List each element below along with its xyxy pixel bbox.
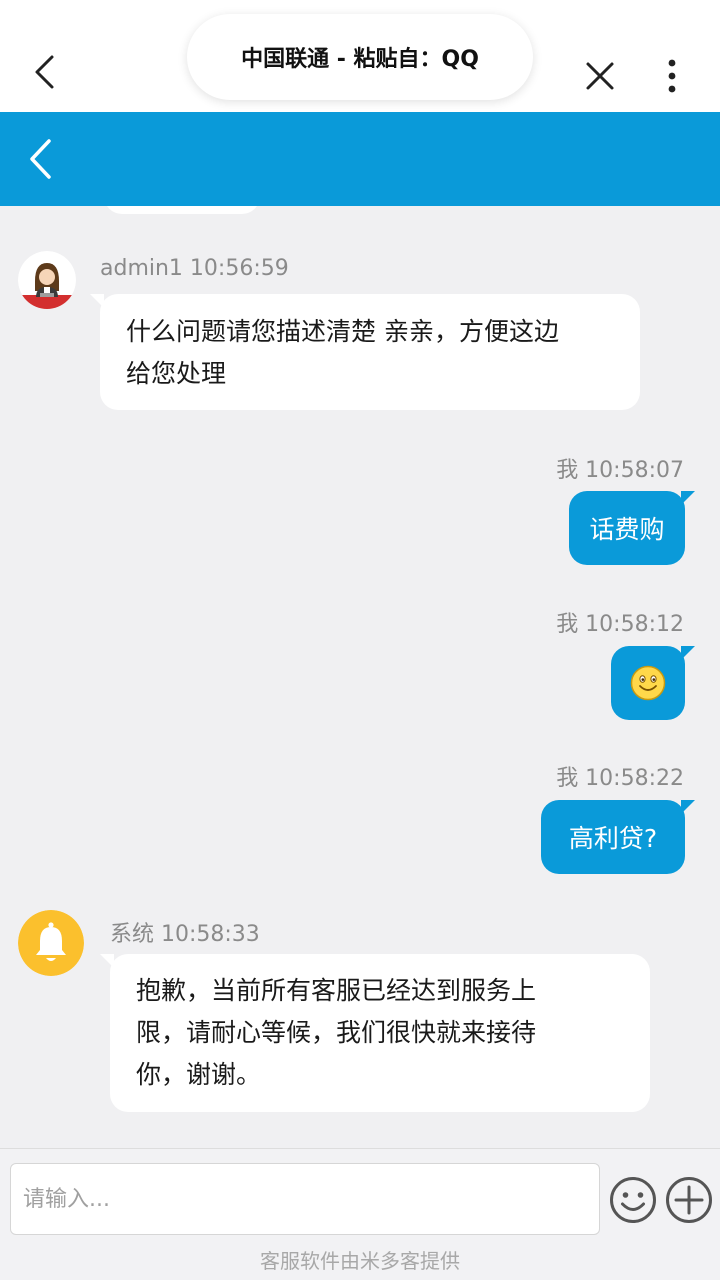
message-text: 高利贷? bbox=[568, 824, 658, 853]
chat-header bbox=[0, 112, 720, 206]
close-button[interactable] bbox=[578, 54, 622, 98]
chat-message-list[interactable]: admin1 10:56:59 什么问题请您描述清楚 亲亲，方便这边 给您处理 … bbox=[0, 206, 720, 1148]
message-text-line: 限，请耐心等候，我们很快就来接待 bbox=[136, 1018, 537, 1047]
message-text: 话费购 bbox=[589, 515, 665, 544]
more-vertical-icon bbox=[668, 59, 676, 93]
outgoing-message-bubble: 话费购 bbox=[569, 491, 695, 565]
smile-emoji-icon bbox=[630, 665, 666, 701]
message-input[interactable] bbox=[23, 1164, 587, 1234]
incoming-message-bubble: 什么问题请您描述清楚 亲亲，方便这边 给您处理 bbox=[90, 294, 640, 410]
bell-icon bbox=[18, 910, 84, 976]
message-text-line: 给您处理 bbox=[126, 359, 227, 388]
message-text-line: 什么问题请您描述清楚 亲亲，方便这边 bbox=[126, 317, 559, 346]
close-icon bbox=[586, 62, 614, 90]
message-text-line: 抱歉，当前所有客服已经达到服务上 bbox=[136, 976, 537, 1005]
agent-avatar-icon bbox=[18, 251, 76, 309]
chevron-left-icon bbox=[30, 139, 51, 179]
back-button[interactable] bbox=[22, 50, 66, 94]
message-meta: 我 10:58:22 bbox=[556, 766, 684, 791]
outgoing-message-bubble bbox=[611, 646, 695, 720]
page-title: 中国联通 - 粘贴自：QQ bbox=[187, 14, 533, 100]
add-attachment-button[interactable] bbox=[664, 1175, 714, 1225]
plus-circle-icon bbox=[666, 1177, 712, 1223]
emoji-button[interactable] bbox=[608, 1175, 658, 1225]
chevron-left-icon bbox=[35, 55, 54, 89]
message-meta: admin1 10:56:59 bbox=[100, 256, 289, 281]
message-input-wrapper bbox=[10, 1163, 600, 1235]
more-menu-button[interactable] bbox=[650, 52, 694, 100]
message-text-line: 你，谢谢。 bbox=[136, 1060, 262, 1089]
smiley-icon bbox=[610, 1177, 656, 1223]
chat-back-button[interactable] bbox=[16, 132, 64, 186]
incoming-message-bubble: 抱歉，当前所有客服已经达到服务上 限，请耐心等候，我们很快就来接待 你，谢谢。 bbox=[100, 954, 650, 1112]
message-meta: 我 10:58:07 bbox=[556, 458, 684, 483]
message-meta: 系统 10:58:33 bbox=[110, 922, 260, 947]
message-meta: 我 10:58:12 bbox=[556, 612, 684, 637]
composer-bar: 客服软件由米多客提供 bbox=[0, 1148, 720, 1280]
browser-top-bar: 中国联通 - 粘贴自：QQ bbox=[0, 0, 720, 112]
previous-message-bubble bbox=[104, 206, 260, 214]
outgoing-message-bubble: 高利贷? bbox=[541, 800, 695, 874]
powered-by-note: 客服软件由米多客提供 bbox=[260, 1249, 460, 1273]
